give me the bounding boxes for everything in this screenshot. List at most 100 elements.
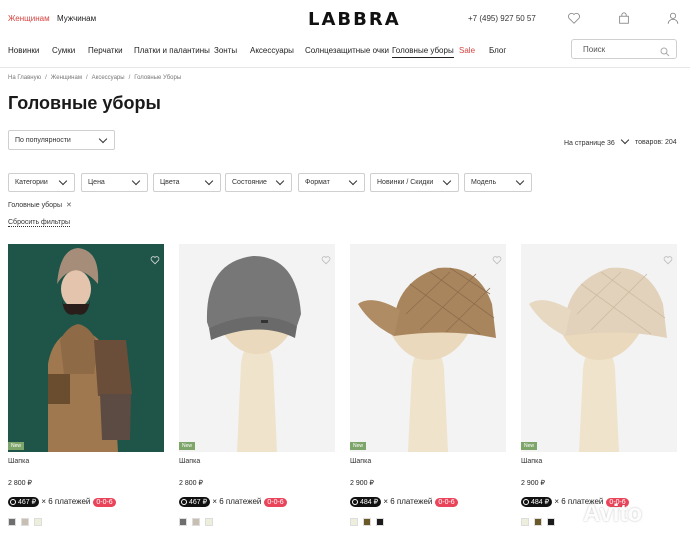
product-name[interactable]: Шапка [8, 458, 29, 465]
product-card[interactable]: New Шапка 2 800 ₽ 467 ₽ × 6 платежей 0-0-… [179, 244, 335, 540]
reset-filters-link[interactable]: Сбросить фильтры [8, 219, 71, 227]
bag-icon[interactable] [617, 11, 631, 25]
breadcrumb-accessories[interactable]: Аксессуары [92, 75, 125, 81]
product-name[interactable]: Шапка [179, 458, 200, 465]
filter-label: Цвета [160, 179, 180, 186]
product-card[interactable]: New Шапка 2 800 ₽ 467 ₽ × 6 платежей 0-0-… [8, 244, 164, 540]
product-price: 2 900 ₽ [521, 480, 545, 487]
close-icon[interactable]: ✕ [66, 202, 72, 209]
new-badge: New [350, 442, 367, 450]
nav-item-scarves[interactable]: Платки и палантины [134, 46, 210, 55]
chevron-down-icon [348, 176, 358, 186]
men-link[interactable]: Мужчинам [57, 14, 96, 23]
color-swatch[interactable] [376, 518, 384, 526]
favorite-heart-icon[interactable] [150, 252, 160, 265]
women-link[interactable]: Женщинам [8, 14, 50, 23]
search-box[interactable] [571, 39, 677, 59]
nav-item-blog[interactable]: Блог [489, 46, 506, 55]
split-logo-icon [523, 499, 529, 505]
chevron-down-icon [275, 176, 285, 186]
chevron-down-icon [131, 176, 141, 186]
search-input[interactable] [583, 45, 663, 54]
filter-condition[interactable]: Состояние [225, 173, 292, 192]
breadcrumb-current: Головные Уборы [134, 75, 182, 81]
phone-number[interactable]: +7 (495) 927 50 57 [468, 14, 536, 23]
product-card[interactable]: New Шапка 2 900 ₽ 484 ₽ × 6 платежей 0-0-… [521, 244, 677, 540]
color-swatch[interactable] [192, 518, 200, 526]
chevron-down-icon [58, 176, 68, 186]
split-logo-icon [181, 499, 187, 505]
filter-color[interactable]: Цвета [153, 173, 221, 192]
nav-item-sunglasses[interactable]: Солнцезащитные очки [305, 46, 389, 55]
filter-new-discounts[interactable]: Новинки / Скидки [370, 173, 459, 192]
installment-text: × 6 платежей [212, 497, 262, 506]
product-card[interactable]: New Шапка 2 900 ₽ 484 ₽ × 6 платежей 0-0-… [350, 244, 506, 540]
logo[interactable]: LABBRA [308, 9, 401, 30]
chevron-down-icon [515, 176, 525, 186]
new-badge: New [521, 442, 538, 450]
installment-info[interactable]: 467 ₽ × 6 платежей 0-0-6 [179, 497, 287, 507]
color-swatch[interactable] [534, 518, 542, 526]
breadcrumb-home[interactable]: На Главную [8, 75, 41, 81]
color-swatch[interactable] [34, 518, 42, 526]
product-name[interactable]: Шапка [521, 458, 542, 465]
breadcrumb: На Главную / Женщинам / Аксессуары / Головные … [8, 75, 182, 81]
product-image[interactable] [350, 244, 506, 452]
color-swatch[interactable] [179, 518, 187, 526]
nav-item-headwear[interactable]: Головные уборы [392, 46, 454, 58]
color-swatch[interactable] [350, 518, 358, 526]
nav-item-sale[interactable]: Sale [459, 46, 475, 55]
nav-item-gloves[interactable]: Перчатки [88, 46, 123, 55]
product-name[interactable]: Шапка [350, 458, 371, 465]
nav-item-bags[interactable]: Сумки [52, 46, 75, 55]
color-swatch[interactable] [205, 518, 213, 526]
search-icon[interactable] [660, 44, 670, 57]
favorite-heart-icon[interactable] [321, 252, 331, 265]
color-swatch[interactable] [547, 518, 555, 526]
installment-plan: 0-0-6 [435, 498, 458, 507]
favorite-heart-icon[interactable] [663, 252, 673, 265]
nav-item-new[interactable]: Новинки [8, 46, 39, 55]
color-swatches [8, 513, 47, 531]
filter-price[interactable]: Цена [81, 173, 148, 192]
color-swatch[interactable] [21, 518, 29, 526]
user-icon[interactable] [666, 11, 680, 25]
color-swatch[interactable] [521, 518, 529, 526]
avito-watermark: Avito [583, 500, 643, 527]
per-page-select[interactable]: На странице 36 [564, 135, 629, 147]
product-image[interactable] [8, 244, 164, 452]
filter-label: Категории [15, 179, 48, 186]
color-swatch[interactable] [363, 518, 371, 526]
installment-info[interactable]: 484 ₽ × 6 платежей 0-0-6 [350, 497, 458, 507]
product-image[interactable] [521, 244, 677, 452]
color-swatch[interactable] [8, 518, 16, 526]
filter-model[interactable]: Модель [464, 173, 532, 192]
favorite-heart-icon[interactable] [492, 252, 502, 265]
color-swatches [350, 513, 389, 531]
product-price: 2 800 ₽ [179, 480, 203, 487]
per-page-value: 36 [606, 140, 615, 147]
top-bar: Женщинам Мужчинам LABBRA +7 (495) 927 50… [0, 0, 690, 38]
sort-label: По популярности [15, 137, 71, 144]
active-filter-label: Головные уборы [8, 202, 62, 209]
breadcrumb-women[interactable]: Женщинам [51, 75, 82, 81]
product-image[interactable] [179, 244, 335, 452]
filter-label: Формат [305, 179, 330, 186]
installment-plan: 0-0-6 [93, 498, 116, 507]
installment-text: × 6 платежей [383, 497, 433, 506]
new-badge: New [179, 442, 196, 450]
filter-format[interactable]: Формат [298, 173, 365, 192]
heart-icon[interactable] [567, 11, 581, 25]
installment-amount: 467 ₽ [8, 497, 40, 507]
sort-dropdown[interactable]: По популярности [8, 130, 115, 150]
installment-info[interactable]: 467 ₽ × 6 платежей 0-0-6 [8, 497, 116, 507]
per-page-label: На странице [564, 140, 605, 147]
filter-label: Новинки / Скидки [377, 179, 434, 186]
installment-text: × 6 платежей [41, 497, 91, 506]
active-filter-chip[interactable]: Головные уборы ✕ [8, 201, 72, 209]
filter-label: Модель [471, 179, 497, 186]
filter-category[interactable]: Категории [8, 173, 75, 192]
nav-item-accessories[interactable]: Аксессуары [250, 46, 294, 55]
installment-amount: 467 ₽ [179, 497, 211, 507]
nav-item-umbrellas[interactable]: Зонты [214, 46, 237, 55]
